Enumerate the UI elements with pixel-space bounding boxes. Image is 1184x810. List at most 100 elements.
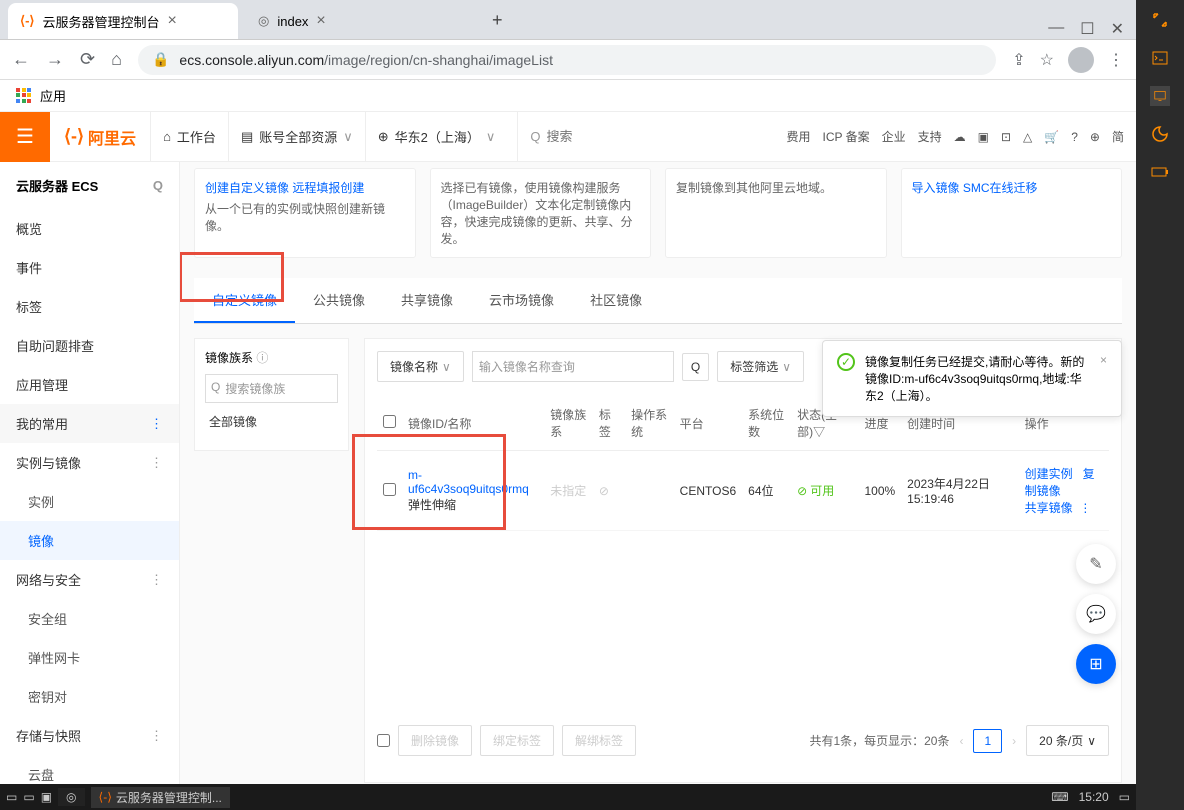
avatar[interactable] <box>1068 47 1094 73</box>
new-tab-icon[interactable]: + <box>484 2 511 39</box>
taskbar-desktops-icon[interactable]: ▣ <box>41 790 52 804</box>
filter-input[interactable]: 输入镜像名称查询 <box>472 351 674 382</box>
sidebar-keypair[interactable]: 密钥对 <box>0 677 179 716</box>
tab-community[interactable]: 社区镜像 <box>572 278 660 323</box>
search-icon[interactable]: Q <box>153 178 163 193</box>
account-dropdown[interactable]: ▤账号全部资源∨ <box>228 112 365 162</box>
cart-icon[interactable]: 🛒 <box>1044 130 1059 144</box>
battery-icon[interactable] <box>1150 162 1170 182</box>
sidebar-instance[interactable]: 实例 <box>0 482 179 521</box>
sidebar-disk[interactable]: 云盘 <box>0 755 179 784</box>
region-dropdown[interactable]: ⊕华东2（上海）∨ <box>365 112 508 162</box>
card-builder[interactable]: 选择已有镜像，使用镜像构建服务（ImageBuilder）文本化定制镜像内容，快… <box>430 168 652 258</box>
terminal-icon[interactable]: ▣ <box>978 130 989 144</box>
sidebar-image[interactable]: 镜像 <box>0 521 179 560</box>
taskbar-menu-icon[interactable]: ▭ <box>6 790 17 804</box>
sidebar-apps[interactable]: 应用管理 <box>0 365 179 404</box>
sidebar-diagnose[interactable]: 自助问题排查 <box>0 326 179 365</box>
close-icon[interactable]: × <box>316 12 325 30</box>
help-icon[interactable]: ? <box>1071 130 1078 144</box>
lang-label[interactable]: 简 <box>1112 128 1124 145</box>
home-icon[interactable]: ⌂ <box>111 49 122 70</box>
apps-float-icon[interactable]: ⊞ <box>1076 644 1116 684</box>
hamburger-icon[interactable]: ☰ <box>0 112 50 162</box>
sidebar-eni[interactable]: 弹性网卡 <box>0 638 179 677</box>
edit-float-icon[interactable]: ✎ <box>1076 544 1116 584</box>
more-icon[interactable]: ⋮ <box>1079 501 1091 515</box>
tab-shared[interactable]: 共享镜像 <box>383 278 471 323</box>
search-button[interactable]: Q <box>682 353 709 381</box>
enterprise-link[interactable]: 企业 <box>882 128 906 145</box>
bulk-unbind-tag[interactable]: 解绑标签 <box>562 725 636 756</box>
bulk-delete[interactable]: 删除镜像 <box>398 725 472 756</box>
star-icon[interactable]: ☆ <box>1040 50 1054 70</box>
taskbar-windows-icon[interactable]: ▭ <box>23 790 34 804</box>
info-icon[interactable]: ⓘ <box>256 351 268 365</box>
tab-market[interactable]: 云市场镜像 <box>471 278 572 323</box>
maximize-icon[interactable]: ☐ <box>1080 19 1094 39</box>
apps-icon[interactable] <box>16 88 32 104</box>
action-share-image[interactable]: 共享镜像 <box>1025 501 1073 515</box>
bulk-checkbox[interactable] <box>377 734 390 747</box>
workspace-link[interactable]: ⌂工作台 <box>150 112 228 162</box>
card-copy[interactable]: 复制镜像到其他阿里云地域。 <box>665 168 887 258</box>
page-number[interactable]: 1 <box>973 729 1002 753</box>
bell-icon[interactable]: △ <box>1023 130 1032 144</box>
bulk-bind-tag[interactable]: 绑定标签 <box>480 725 554 756</box>
back-icon[interactable]: ← <box>12 49 30 70</box>
sidebar-group-storage[interactable]: 存储与快照⋮ <box>0 716 179 755</box>
lang-icon[interactable]: ⊕ <box>1090 130 1100 144</box>
apps-label[interactable]: 应用 <box>40 86 66 105</box>
tag-filter-dropdown[interactable]: 标签筛选∨ <box>717 351 804 382</box>
browser-tab-1[interactable]: ⟨-⟩ 云服务器管理控制台 × <box>8 3 238 39</box>
share-icon[interactable]: ⇪ <box>1012 50 1025 70</box>
sidebar-group-network[interactable]: 网络与安全⋮ <box>0 560 179 599</box>
taskbar-chrome[interactable]: ◎ <box>58 788 84 806</box>
pager-info: 共有1条，每页显示：20条 <box>809 732 949 749</box>
prev-page-icon[interactable]: ‹ <box>959 734 963 748</box>
per-page-dropdown[interactable]: 20 条/页 ∨ <box>1026 725 1109 756</box>
name-dropdown[interactable]: 镜像名称∨ <box>377 351 464 382</box>
next-page-icon[interactable]: › <box>1012 734 1016 748</box>
select-all-checkbox[interactable] <box>383 415 396 428</box>
close-icon[interactable]: × <box>1100 353 1107 404</box>
keyboard-icon[interactable]: ⌨ <box>1051 790 1068 804</box>
terminal-icon[interactable] <box>1150 48 1170 68</box>
sidebar-tags[interactable]: 标签 <box>0 287 179 326</box>
menu-icon[interactable]: ⋮ <box>1108 50 1124 70</box>
tray-icon[interactable]: ▭ <box>1119 790 1130 804</box>
browser-tab-2[interactable]: ◎ index × <box>246 3 476 39</box>
sidebar-events[interactable]: 事件 <box>0 248 179 287</box>
topnav-search[interactable]: Q <box>517 112 776 162</box>
support-link[interactable]: 支持 <box>918 128 942 145</box>
expand-icon[interactable] <box>1150 10 1170 30</box>
tag-icon[interactable]: ⊘ <box>593 451 625 531</box>
sidebar-secgroup[interactable]: 安全组 <box>0 599 179 638</box>
cost-link[interactable]: 费用 <box>786 128 810 145</box>
reload-icon[interactable]: ⟳ <box>80 49 95 70</box>
moon-icon[interactable] <box>1150 124 1170 144</box>
monitor-icon[interactable]: ⊡ <box>1001 130 1011 144</box>
close-window-icon[interactable]: ✕ <box>1111 19 1124 39</box>
monitor-icon[interactable] <box>1150 86 1170 106</box>
aliyun-logo[interactable]: ⟨-⟩阿里云 <box>64 125 136 149</box>
cloud-icon[interactable]: ☁ <box>954 130 966 144</box>
family-search[interactable]: Q搜索镜像族 <box>205 374 338 403</box>
icp-link[interactable]: ICP 备案 <box>822 128 869 145</box>
address-bar[interactable]: 🔒 ecs.console.aliyun.com/image/region/cn… <box>138 45 996 75</box>
card-import[interactable]: 导入镜像 SMC在线迁移 <box>901 168 1123 258</box>
card-create[interactable]: 创建自定义镜像 远程填报创建 从一个已有的实例或快照创建新镜像。 <box>194 168 416 258</box>
cell-created: 2023年4月22日 15:19:46 <box>901 451 1018 531</box>
sidebar-my-common[interactable]: 我的常用⋮ <box>0 404 179 443</box>
sidebar-overview[interactable]: 概览 <box>0 209 179 248</box>
close-icon[interactable]: × <box>168 12 177 30</box>
tab-public[interactable]: 公共镜像 <box>295 278 383 323</box>
taskbar-app[interactable]: ⟨-⟩ 云服务器管理控制... <box>91 787 230 808</box>
minimize-icon[interactable]: — <box>1048 19 1064 39</box>
sidebar-group-instance[interactable]: 实例与镜像⋮ <box>0 443 179 482</box>
action-create-instance[interactable]: 创建实例 <box>1025 467 1073 481</box>
success-icon: ✓ <box>837 353 855 371</box>
chat-float-icon[interactable]: 💬 <box>1076 594 1116 634</box>
forward-icon[interactable]: → <box>46 49 64 70</box>
family-all[interactable]: 全部镜像 <box>205 403 338 440</box>
